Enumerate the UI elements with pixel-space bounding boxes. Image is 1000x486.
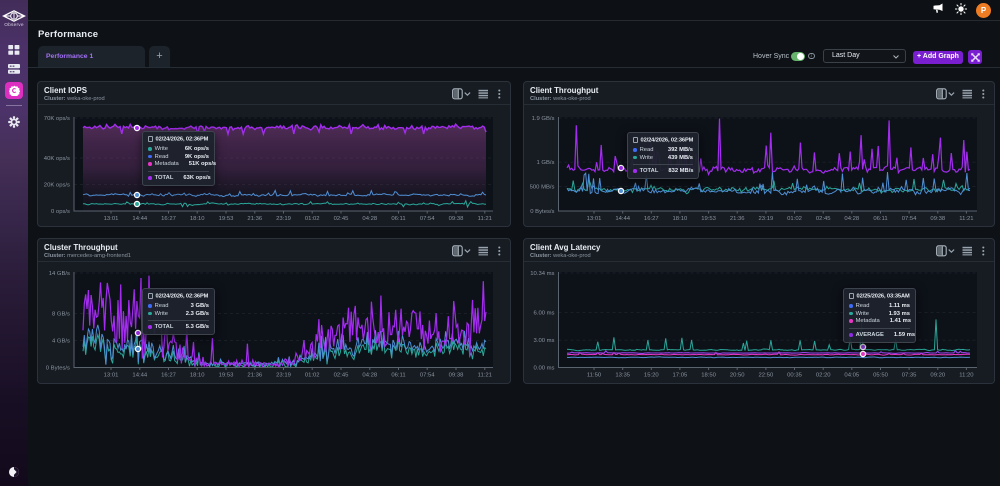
svg-text:13:01: 13:01 — [587, 216, 602, 222]
svg-text:02:45: 02:45 — [334, 373, 349, 379]
svg-text:18:10: 18:10 — [190, 373, 205, 379]
svg-text:07:35: 07:35 — [902, 373, 917, 379]
svg-text:6.00 ms: 6.00 ms — [534, 311, 555, 317]
svg-text:40K ops/s: 40K ops/s — [44, 156, 70, 162]
svg-text:04:28: 04:28 — [844, 216, 859, 222]
svg-text:1 GB/s: 1 GB/s — [536, 160, 554, 166]
svg-text:14 GB/s: 14 GB/s — [49, 271, 70, 277]
svg-text:18:10: 18:10 — [190, 216, 205, 222]
svg-text:11:21: 11:21 — [478, 373, 492, 379]
svg-text:21:36: 21:36 — [247, 373, 262, 379]
svg-text:02:45: 02:45 — [334, 216, 349, 222]
svg-text:09:38: 09:38 — [449, 373, 464, 379]
svg-text:04:05: 04:05 — [844, 373, 859, 379]
svg-text:19:53: 19:53 — [701, 216, 716, 222]
svg-text:02:20: 02:20 — [816, 373, 831, 379]
svg-text:09:38: 09:38 — [930, 216, 945, 222]
svg-text:20:50: 20:50 — [730, 373, 745, 379]
svg-text:04:28: 04:28 — [362, 216, 377, 222]
svg-text:11:50: 11:50 — [587, 373, 602, 379]
svg-text:21:36: 21:36 — [730, 216, 745, 222]
svg-text:06:11: 06:11 — [391, 216, 405, 222]
svg-text:00:35: 00:35 — [787, 373, 802, 379]
svg-text:09:20: 09:20 — [930, 373, 945, 379]
svg-text:05:50: 05:50 — [873, 373, 888, 379]
svg-text:0.00 ms: 0.00 ms — [534, 366, 555, 372]
svg-text:07:54: 07:54 — [420, 216, 435, 222]
svg-text:21:36: 21:36 — [247, 216, 262, 222]
svg-text:11:21: 11:21 — [959, 216, 973, 222]
svg-text:1.9 GB/s: 1.9 GB/s — [532, 116, 555, 122]
svg-text:15:20: 15:20 — [644, 373, 659, 379]
svg-text:07:54: 07:54 — [420, 373, 435, 379]
svg-text:02:45: 02:45 — [816, 216, 831, 222]
svg-text:04:28: 04:28 — [362, 373, 377, 379]
svg-text:20K ops/s: 20K ops/s — [44, 182, 70, 188]
svg-text:0 ops/s: 0 ops/s — [51, 209, 70, 215]
svg-text:01:02: 01:02 — [305, 216, 320, 222]
svg-text:09:38: 09:38 — [449, 216, 464, 222]
svg-text:22:50: 22:50 — [759, 373, 774, 379]
svg-text:500 MB/s: 500 MB/s — [530, 185, 555, 191]
svg-text:8 GB/s: 8 GB/s — [52, 312, 70, 318]
svg-text:4 GB/s: 4 GB/s — [52, 339, 70, 345]
svg-text:14:44: 14:44 — [132, 216, 147, 222]
svg-text:0 Bytes/s: 0 Bytes/s — [530, 209, 554, 215]
svg-text:3.00 ms: 3.00 ms — [534, 338, 555, 344]
svg-text:07:54: 07:54 — [902, 216, 917, 222]
svg-text:06:11: 06:11 — [873, 216, 887, 222]
svg-text:11:20: 11:20 — [959, 373, 974, 379]
svg-text:11:21: 11:21 — [478, 216, 492, 222]
svg-text:13:01: 13:01 — [104, 373, 119, 379]
svg-text:70K ops/s: 70K ops/s — [44, 116, 70, 122]
svg-text:13:35: 13:35 — [615, 373, 630, 379]
svg-text:14:44: 14:44 — [132, 373, 147, 379]
svg-text:16:27: 16:27 — [161, 216, 176, 222]
svg-text:16:27: 16:27 — [161, 373, 176, 379]
svg-text:18:50: 18:50 — [701, 373, 716, 379]
svg-text:17:05: 17:05 — [673, 373, 688, 379]
svg-text:06:11: 06:11 — [391, 373, 405, 379]
svg-text:01:02: 01:02 — [305, 373, 320, 379]
svg-text:19:53: 19:53 — [219, 373, 234, 379]
svg-text:18:10: 18:10 — [673, 216, 688, 222]
svg-text:01:02: 01:02 — [787, 216, 802, 222]
svg-text:23:19: 23:19 — [759, 216, 774, 222]
svg-text:16:27: 16:27 — [644, 216, 659, 222]
svg-text:0 Bytes/s: 0 Bytes/s — [46, 366, 70, 372]
svg-text:13:01: 13:01 — [104, 216, 119, 222]
svg-text:23:19: 23:19 — [276, 373, 291, 379]
svg-text:19:53: 19:53 — [219, 216, 234, 222]
svg-text:14:44: 14:44 — [615, 216, 630, 222]
svg-text:23:19: 23:19 — [276, 216, 291, 222]
svg-text:10.34 ms: 10.34 ms — [530, 271, 554, 277]
